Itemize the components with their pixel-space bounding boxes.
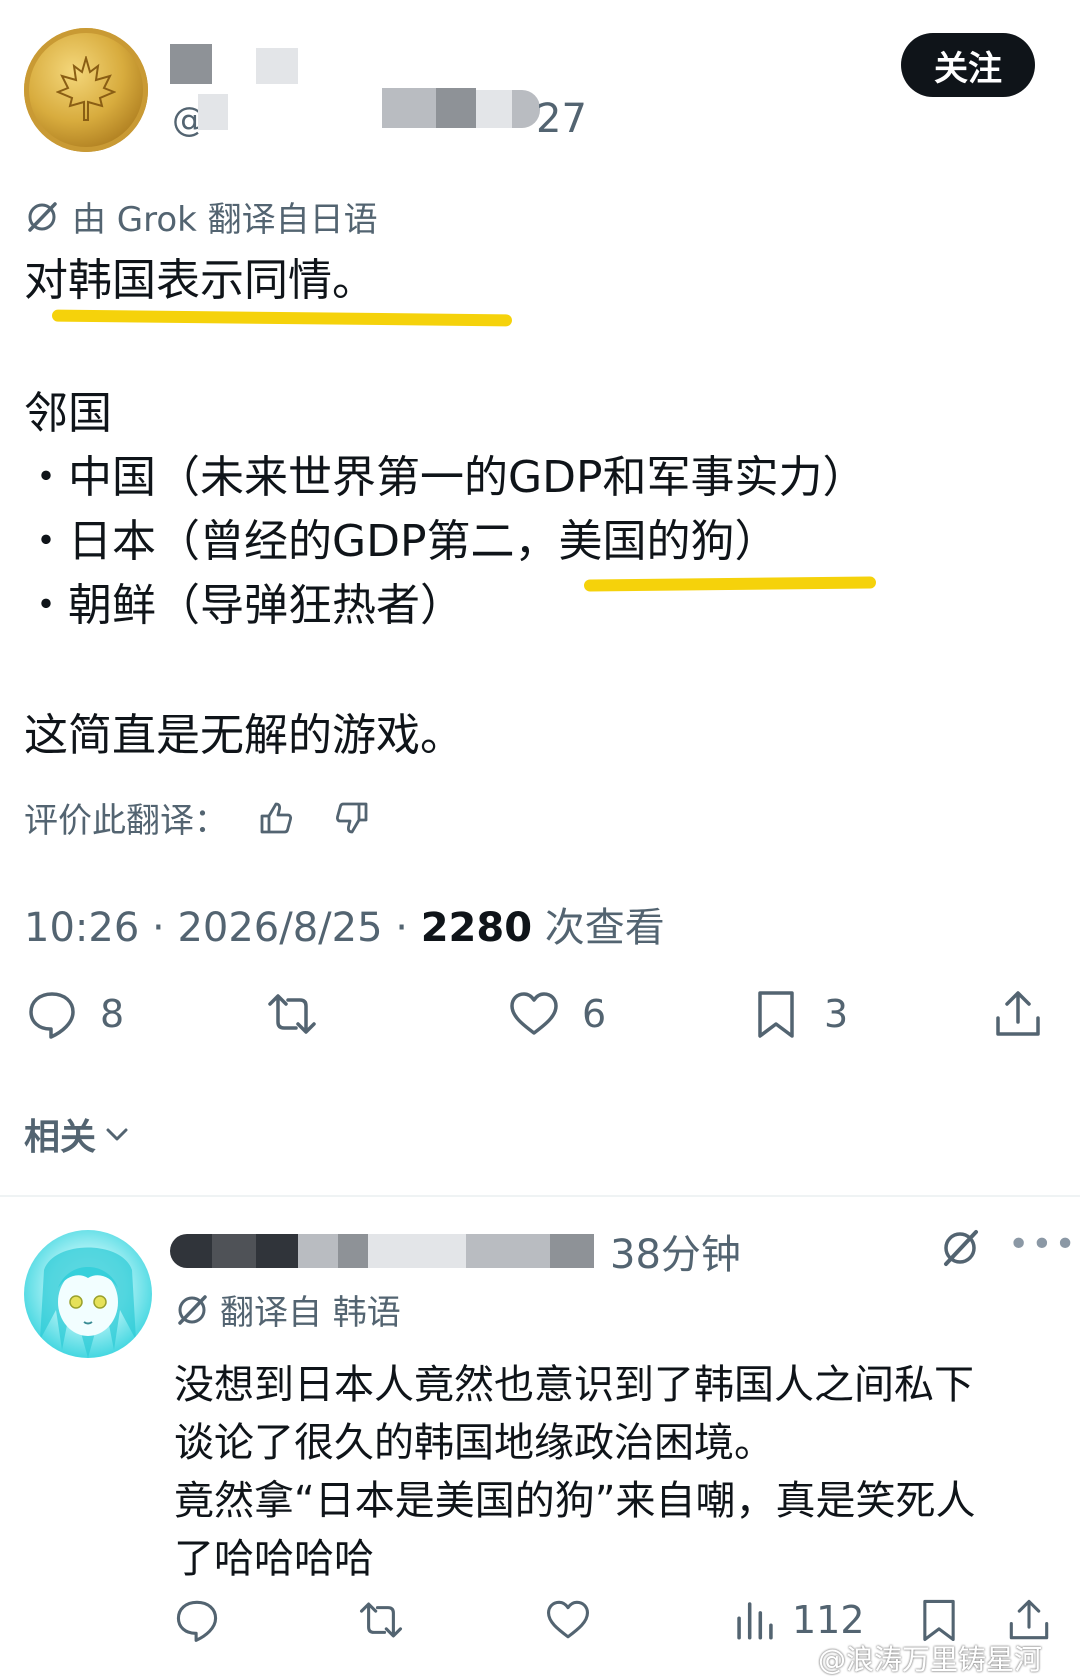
post-bullet-3: ・朝鲜（导弹狂热者） [24,580,464,631]
reply-line-3: 竟然拿“日本是美国的狗”来自嘲，真是笑死人 [174,1478,976,1524]
views-chart-icon [737,1602,773,1640]
redacted-reply-name-2 [212,1234,256,1268]
reply-line-4: 了哈哈哈哈 [174,1536,374,1582]
redacted-reply-name-8 [550,1234,594,1268]
reply-share-button[interactable] [1006,1597,1052,1643]
reply-time: 38分钟 [610,1232,741,1278]
share-icon [996,991,1040,1036]
reply-line-1: 没想到日本人竟然也意识到了韩国人之间私下 [174,1362,974,1408]
highlight-underline-1 [51,309,513,327]
redacted-reply-name-4 [298,1234,338,1268]
redacted-handle-4 [476,90,512,128]
reply-translation-source: 翻译自 韩语 [220,1293,401,1333]
reply-icon [29,992,75,1039]
view-count-label: 次查看 [544,905,665,951]
reply-avatar[interactable] [24,1230,152,1358]
redacted-handle-2 [382,88,436,128]
maple-leaf-icon [56,56,116,121]
grok-icon [28,201,57,232]
reply-count: 8 [100,992,125,1036]
post-meta: 10:26 · 2026/8/25 · 2280 次查看 [24,905,665,951]
bookmark-icon [923,1599,955,1642]
reply-icon [176,1600,218,1642]
reply-view-count: 112 [792,1598,865,1642]
redacted-name-2 [256,48,298,84]
post-bullet-2: ・日本（曾经的GDP第二，美国的狗） [24,516,779,567]
retweet-button[interactable] [266,988,318,1040]
redacted-reply-name-3 [256,1234,298,1268]
redacted-handle-3 [436,88,476,128]
bookmark-button[interactable]: 3 [750,988,848,1040]
follow-button[interactable]: 关注 [901,33,1035,97]
bookmark-count: 3 [824,992,849,1036]
post-time: 10:26 [24,905,140,951]
post-line-3: 这简直是无解的游戏。 [24,710,464,761]
grok-icon[interactable] [938,1226,982,1270]
author-avatar[interactable] [24,28,148,152]
reply-like-button[interactable] [545,1597,591,1643]
heart-icon [546,1600,590,1639]
post-line-2: 邻国 [24,388,112,439]
translation-source-text: 由 Grok 翻译自日语 [72,200,378,240]
thumbs-up-icon[interactable] [256,798,296,838]
reply-translation-label: 翻译自 韩语 [174,1285,401,1334]
redacted-reply-name-7 [466,1234,550,1268]
redacted-reply-name [170,1234,212,1268]
grok-translation-label: 由 Grok 翻译自日语 [24,192,378,241]
share-icon [1009,1599,1049,1640]
reply-reply-button[interactable] [174,1597,220,1643]
bookmark-icon [758,991,794,1038]
reply-button[interactable]: 8 [26,988,124,1040]
related-label: 相关 [24,1117,97,1158]
thumbs-down-icon[interactable] [332,798,372,838]
heart-icon [510,992,558,1035]
share-button[interactable] [992,988,1044,1040]
anime-face-icon [40,1247,136,1358]
redacted-handle [198,94,228,130]
weibo-watermark: @浪涛万里铸星河 [818,1643,1043,1676]
reply-bookmark-button[interactable] [916,1597,962,1643]
reply-views-button[interactable]: 112 [732,1597,865,1643]
post-date: 2026/8/25 [177,905,383,951]
retweet-icon [359,1602,403,1638]
section-divider [0,1195,1080,1197]
related-toggle[interactable]: 相关 [24,1108,132,1160]
author-handle-tail: 27 [536,96,587,142]
post-line-1: 对韩国表示同情。 [24,255,376,306]
highlight-underline-2 [583,576,877,592]
redacted-reply-name-5 [338,1234,368,1268]
like-count: 6 [582,992,607,1036]
reply-line-2: 谈论了很久的韩国地缘政治困境。 [174,1420,774,1466]
more-options-icon[interactable]: ••• [1008,1224,1078,1265]
rate-translation: 评价此翻译： [24,793,372,842]
redacted-reply-name-6 [368,1234,466,1268]
retweet-icon [268,994,316,1034]
post-bullet-1: ・中国（未来世界第一的GDP和军事实力） [24,452,867,503]
redacted-name [170,44,212,84]
rate-translation-label: 评价此翻译： [24,801,228,841]
chevron-down-icon [106,1128,128,1141]
grok-icon [178,1294,207,1325]
reply-retweet-button[interactable] [358,1597,404,1643]
view-count: 2280 [420,905,533,951]
like-button[interactable]: 6 [508,988,606,1040]
